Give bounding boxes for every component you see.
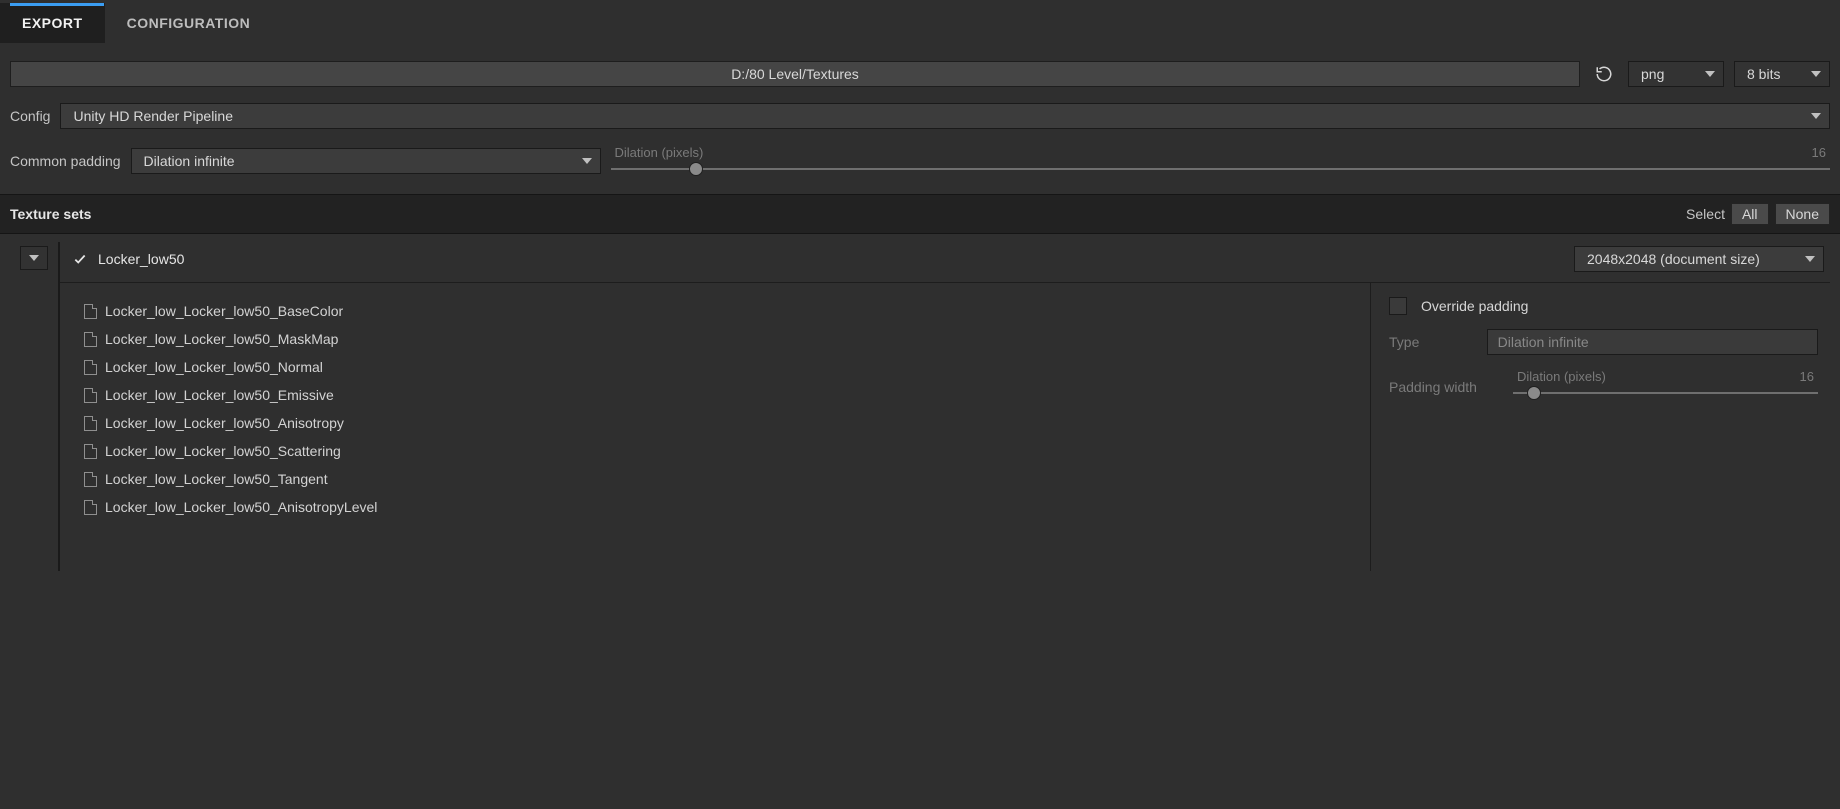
common-padding-value: Dilation infinite — [144, 153, 235, 169]
select-label: Select — [1686, 206, 1725, 222]
config-select[interactable]: Unity HD Render Pipeline — [60, 103, 1830, 129]
file-icon — [84, 500, 97, 515]
dilation-slider[interactable] — [611, 162, 1830, 176]
texture-file-name: Locker_low_Locker_low50_Emissive — [105, 387, 334, 403]
override-panel: Override padding Type Dilation infinite … — [1370, 283, 1830, 571]
texture-sets-header: Texture sets Select All None — [0, 194, 1840, 234]
file-icon — [84, 388, 97, 403]
padding-dilation-label: Dilation (pixels) — [1517, 369, 1606, 384]
config-label: Config — [10, 108, 50, 124]
padding-type-value: Dilation infinite — [1498, 334, 1589, 350]
dilation-slider-block: Dilation (pixels) 16 — [611, 145, 1830, 176]
texture-file-item[interactable]: Locker_low_Locker_low50_Emissive — [84, 381, 1362, 409]
texture-file-item[interactable]: Locker_low_Locker_low50_Tangent — [84, 465, 1362, 493]
file-icon — [84, 472, 97, 487]
collapse-toggle[interactable] — [20, 246, 48, 270]
refresh-icon — [1595, 65, 1613, 83]
dilation-slider-thumb[interactable] — [689, 162, 703, 176]
file-icon — [84, 332, 97, 347]
chevron-down-icon — [1811, 71, 1821, 77]
padding-dilation-slider-thumb[interactable] — [1527, 386, 1541, 400]
texture-size-select[interactable]: 2048x2048 (document size) — [1574, 246, 1824, 272]
texture-file-item[interactable]: Locker_low_Locker_low50_Scattering — [84, 437, 1362, 465]
bitdepth-select[interactable]: 8 bits — [1734, 61, 1830, 87]
format-select[interactable]: png — [1628, 61, 1724, 87]
select-none-button[interactable]: None — [1775, 203, 1830, 225]
texture-sets-title: Texture sets — [10, 206, 91, 222]
texture-file-name: Locker_low_Locker_low50_Normal — [105, 359, 323, 375]
override-padding-checkbox[interactable] — [1389, 297, 1407, 315]
tab-export[interactable]: EXPORT — [0, 3, 105, 43]
texture-size-value: 2048x2048 (document size) — [1587, 251, 1760, 267]
padding-width-label: Padding width — [1389, 369, 1499, 395]
export-path-field[interactable]: D:/80 Level/Textures — [10, 61, 1580, 87]
bitdepth-value: 8 bits — [1747, 66, 1780, 82]
texture-file-name: Locker_low_Locker_low50_BaseColor — [105, 303, 343, 319]
chevron-down-icon — [29, 255, 39, 261]
type-label: Type — [1389, 334, 1473, 350]
dilation-label: Dilation (pixels) — [615, 145, 704, 160]
file-icon — [84, 360, 97, 375]
texture-file-name: Locker_low_Locker_low50_AnisotropyLevel — [105, 499, 377, 515]
texture-file-item[interactable]: Locker_low_Locker_low50_MaskMap — [84, 325, 1362, 353]
select-all-button[interactable]: All — [1731, 203, 1769, 225]
chevron-down-icon — [1805, 256, 1815, 262]
texture-file-name: Locker_low_Locker_low50_Scattering — [105, 443, 341, 459]
file-icon — [84, 416, 97, 431]
set-checkbox[interactable] — [72, 252, 88, 266]
padding-dilation-slider[interactable] — [1513, 386, 1818, 400]
tab-strip: EXPORT CONFIGURATION — [0, 0, 1840, 43]
dilation-value: 16 — [1812, 145, 1826, 160]
config-value: Unity HD Render Pipeline — [73, 108, 233, 124]
texture-file-item[interactable]: Locker_low_Locker_low50_AnisotropyLevel — [84, 493, 1362, 521]
texture-set-name: Locker_low50 — [98, 251, 184, 267]
refresh-button[interactable] — [1590, 61, 1618, 87]
texture-file-name: Locker_low_Locker_low50_Anisotropy — [105, 415, 344, 431]
texture-file-item[interactable]: Locker_low_Locker_low50_Normal — [84, 353, 1362, 381]
texture-file-item[interactable]: Locker_low_Locker_low50_Anisotropy — [84, 409, 1362, 437]
common-padding-select[interactable]: Dilation infinite — [131, 148, 601, 174]
file-icon — [84, 304, 97, 319]
texture-file-item[interactable]: Locker_low_Locker_low50_BaseColor — [84, 297, 1362, 325]
tab-configuration[interactable]: CONFIGURATION — [105, 3, 273, 43]
format-value: png — [1641, 66, 1664, 82]
texture-file-list: Locker_low_Locker_low50_BaseColor Locker_… — [60, 283, 1370, 571]
common-padding-label: Common padding — [10, 153, 121, 169]
chevron-down-icon — [582, 158, 592, 164]
chevron-down-icon — [1811, 113, 1821, 119]
chevron-down-icon — [1705, 71, 1715, 77]
texture-file-name: Locker_low_Locker_low50_Tangent — [105, 471, 328, 487]
padding-dilation-value: 16 — [1800, 369, 1814, 384]
file-icon — [84, 444, 97, 459]
padding-type-select[interactable]: Dilation infinite — [1487, 329, 1818, 355]
texture-file-name: Locker_low_Locker_low50_MaskMap — [105, 331, 338, 347]
override-padding-label: Override padding — [1421, 298, 1528, 314]
